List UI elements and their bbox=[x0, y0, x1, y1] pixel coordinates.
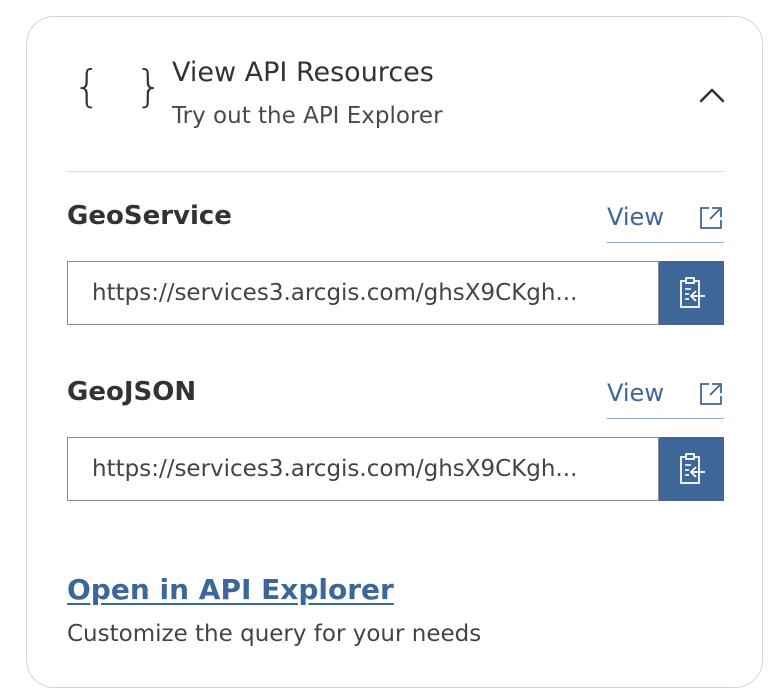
header-divider bbox=[67, 171, 724, 172]
view-link-label: View bbox=[607, 203, 664, 231]
card-subtitle: Try out the API Explorer bbox=[172, 103, 443, 129]
geojson-view-link[interactable]: View bbox=[607, 379, 724, 419]
geoservice-url-text: https://services3.arcgis.com/ghsX9CKgh..… bbox=[92, 280, 578, 306]
geojson-url-text: https://services3.arcgis.com/ghsX9CKgh..… bbox=[92, 456, 578, 482]
card-title: View API Resources bbox=[172, 57, 434, 88]
curly-braces-icon: { } bbox=[73, 61, 173, 112]
geojson-title: GeoJSON bbox=[67, 377, 197, 407]
geojson-copy-button[interactable] bbox=[659, 437, 724, 501]
open-api-explorer-link[interactable]: Open in API Explorer bbox=[67, 573, 394, 607]
geoservice-title: GeoService bbox=[67, 201, 232, 231]
geoservice-view-link[interactable]: View bbox=[607, 203, 724, 243]
view-link-label: View bbox=[607, 379, 664, 407]
api-resources-card: { } View API Resources Try out the API E… bbox=[26, 16, 763, 688]
copy-clipboard-icon bbox=[679, 277, 705, 308]
external-link-icon bbox=[700, 383, 722, 405]
geoservice-copy-button[interactable] bbox=[659, 261, 724, 325]
geojson-url-field[interactable]: https://services3.arcgis.com/ghsX9CKgh..… bbox=[67, 437, 659, 501]
geoservice-url-field[interactable]: https://services3.arcgis.com/ghsX9CKgh..… bbox=[67, 261, 659, 325]
api-explorer-description: Customize the query for your needs bbox=[67, 621, 482, 647]
copy-clipboard-icon bbox=[679, 453, 705, 484]
collapse-button[interactable] bbox=[692, 75, 732, 115]
chevron-up-icon bbox=[699, 88, 725, 103]
external-link-icon bbox=[700, 207, 722, 229]
